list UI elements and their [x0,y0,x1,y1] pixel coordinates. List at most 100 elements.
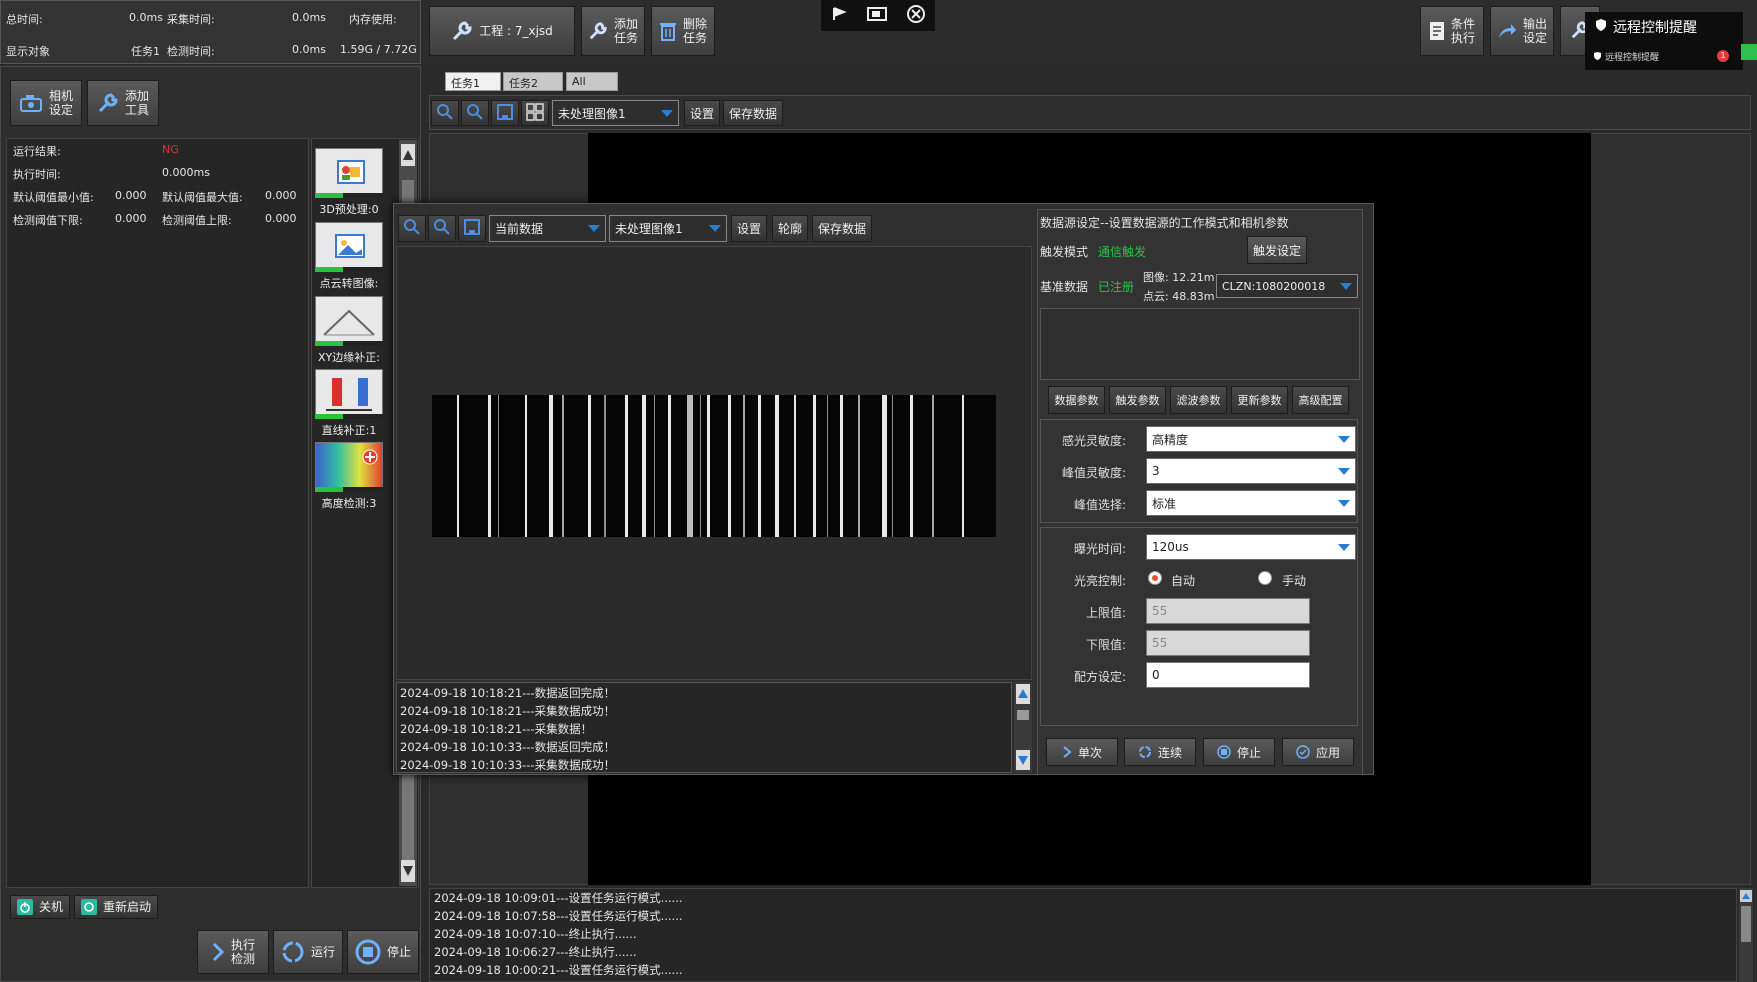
recipe-label: 配方设定: [1073,670,1126,684]
grid-view-button[interactable] [521,100,549,126]
dialog-fit-button[interactable] [458,215,486,242]
sensitivity-select[interactable]: 高精度 [1146,426,1356,452]
shutdown-button[interactable]: 关机 [10,895,70,919]
chevron-down-icon[interactable] [583,216,605,241]
dialog-stop-button[interactable]: 停止 [1203,738,1275,766]
memory-value: 1.59G / 7.72G [340,43,417,56]
exec-detect-button[interactable]: 执行 检测 [197,930,269,974]
peak-select[interactable]: 标准 [1146,490,1356,516]
tab-filter-params[interactable]: 滤波参数 [1170,386,1227,414]
dialog-image-view[interactable] [396,246,1032,680]
dialog-settings-button[interactable]: 设置 [731,215,767,242]
main-settings-button[interactable]: 设置 [684,100,720,126]
trigger-settings-button[interactable]: 触发设定 [1247,236,1307,264]
detect-upper-label: 检测阈值上限: [162,214,232,227]
bottom-log-scrollbar[interactable] [1739,888,1753,982]
pointcloud-thumbnail [315,148,383,198]
dialog-contour-button[interactable]: 轮廓 [772,215,808,242]
tool-item[interactable]: XY边缘补正: [315,296,383,365]
tab-data-params[interactable]: 数据参数 [1048,386,1105,414]
scroll-down-icon[interactable] [1016,750,1030,770]
zoom-in-button[interactable] [431,100,459,126]
single-button[interactable]: 单次 [1046,738,1118,766]
tool-item[interactable]: 直线补正:1 [315,369,383,438]
chevron-down-icon[interactable] [1333,491,1355,515]
tool-item[interactable]: 3D预处理:0 [315,148,383,217]
chevron-down-icon[interactable] [1335,275,1357,297]
remote-control-toast: 远程控制提醒 远程控制提醒 1 [1585,12,1743,70]
dialog-log-scrollbar[interactable] [1014,682,1032,773]
tab-task1[interactable]: 任务1 [445,72,501,91]
restart-button[interactable]: 重新启动 [74,895,158,919]
chevron-down-icon[interactable] [1333,459,1355,483]
close-icon[interactable] [907,5,925,26]
apply-button[interactable]: 应用 [1282,738,1354,766]
chevron-down-icon[interactable] [704,216,726,241]
dialog-save-button[interactable]: 保存数据 [812,215,872,242]
radio-manual[interactable] [1258,571,1272,585]
exposure-value: 120us [1152,540,1189,554]
wrench-icon [451,20,473,42]
device-select[interactable]: CLZN:1080200018 [1216,274,1358,298]
display-label: 显示对象 [6,45,50,58]
dialog-zoom-out-button[interactable] [428,215,456,242]
run-button[interactable]: 运行 [273,930,343,974]
dialog-contour-label: 轮廓 [777,222,802,236]
recipe-input[interactable]: 0 [1146,662,1310,688]
tool-item[interactable]: 高度检测:3 [315,442,383,511]
zoom-in-icon [436,103,454,124]
peak-sensitivity-select[interactable]: 3 [1146,458,1356,484]
condition-exec-label: 条件 执行 [1450,17,1475,45]
tab-advanced-config[interactable]: 高级配置 [1292,386,1349,414]
detect-lower-value: 0.000 [115,212,147,225]
wrench-icon [97,92,119,114]
dialog-image-select[interactable]: 未处理图像1 [609,215,727,242]
chevron-down-icon[interactable] [1333,535,1355,559]
exposure-select[interactable]: 120us [1146,534,1356,560]
chevron-down-icon[interactable] [656,101,678,125]
zoom-out-button[interactable] [461,100,489,126]
log-line: 2024-09-18 10:00:21---设置任务运行模式...... [434,963,683,977]
main-image-select[interactable]: 未处理图像1 [552,100,679,126]
edge-thumbnail [315,296,383,346]
info-area [1040,308,1360,380]
lower-limit-value: 55 [1152,636,1168,650]
scroll-up-icon[interactable] [1016,684,1030,704]
dialog-data-select[interactable]: 当前数据 [489,215,606,242]
project-button[interactable]: 工程 : 7_xjsd [429,6,575,56]
continuous-button[interactable]: 连续 [1124,738,1196,766]
scroll-up-icon[interactable] [1740,890,1752,902]
tab-trigger-params[interactable]: 触发参数 [1109,386,1166,414]
scroll-down-icon[interactable] [401,860,415,882]
scroll-thumb[interactable] [1741,906,1751,942]
tab-all[interactable]: All [566,72,618,91]
tool-progress [315,341,383,346]
tab-update-params[interactable]: 更新参数 [1231,386,1288,414]
main-settings-label: 设置 [689,106,714,121]
tab-label: 滤波参数 [1176,394,1221,407]
delete-task-button[interactable]: 删除 任务 [651,6,715,56]
tab-task2[interactable]: 任务2 [503,72,563,91]
tab-label: 高级配置 [1298,394,1343,407]
flag-icon[interactable] [831,6,847,25]
restart-icon [80,899,97,915]
fit-view-button[interactable] [491,100,519,126]
output-set-button[interactable]: 输出 设定 [1490,6,1554,56]
add-tool-button[interactable]: 添加 工具 [87,80,159,126]
upper-limit-input[interactable]: 55 [1146,598,1310,624]
scroll-up-icon[interactable] [401,144,415,166]
condition-exec-button[interactable]: 条件 执行 [1420,6,1484,56]
stop-button[interactable]: 停止 [347,930,419,974]
log-line: 2024-09-18 10:07:58---设置任务运行模式...... [434,909,683,923]
exposure-label: 曝光时间: [1073,542,1126,556]
add-task-button[interactable]: 添加 任务 [581,6,645,56]
scroll-thumb[interactable] [1017,710,1029,720]
screen-icon[interactable] [867,6,887,25]
radio-auto[interactable] [1148,571,1162,585]
dialog-zoom-in-button[interactable] [398,215,426,242]
camera-settings-button[interactable]: 相机 设定 [10,80,82,126]
tool-item[interactable]: 点云转图像: [315,222,383,291]
chevron-down-icon[interactable] [1333,427,1355,451]
main-save-button[interactable]: 保存数据 [723,100,783,126]
lower-limit-input[interactable]: 55 [1146,630,1310,656]
